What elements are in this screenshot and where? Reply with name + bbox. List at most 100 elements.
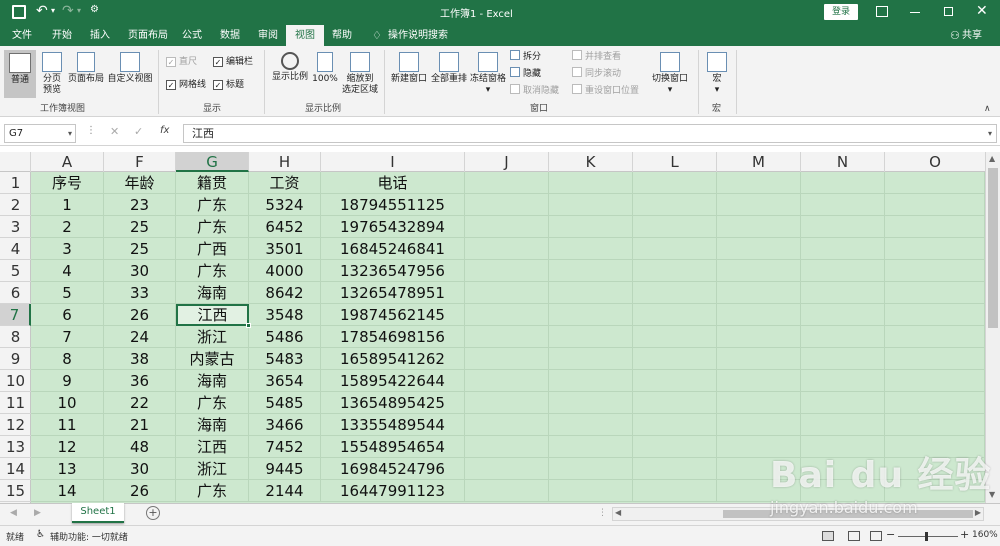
table-cell[interactable]: 广东 [176, 480, 249, 502]
scroll-right-icon[interactable]: ▶ [975, 508, 981, 517]
redo-dropdown-icon[interactable]: ▾ [77, 6, 81, 15]
minimize-icon[interactable] [910, 12, 920, 13]
empty-cell[interactable] [549, 326, 633, 348]
table-cell[interactable]: 广东 [176, 216, 249, 238]
empty-cell[interactable] [633, 436, 717, 458]
empty-cell[interactable] [549, 480, 633, 502]
empty-cell[interactable] [465, 392, 549, 414]
empty-cell[interactable] [717, 282, 801, 304]
page-break-status-icon[interactable] [870, 531, 882, 541]
table-cell[interactable]: 15548954654 [321, 436, 465, 458]
table-cell[interactable]: 26 [104, 304, 176, 326]
empty-cell[interactable] [801, 282, 885, 304]
table-cell[interactable]: 广西 [176, 238, 249, 260]
table-cell[interactable]: 内蒙古 [176, 348, 249, 370]
empty-cell[interactable] [717, 260, 801, 282]
table-cell[interactable]: 13 [31, 458, 104, 480]
empty-cell[interactable] [465, 348, 549, 370]
zoom-button[interactable]: 显示比例 [270, 52, 310, 83]
table-cell[interactable]: 5 [31, 282, 104, 304]
sync-scrolling-button[interactable]: 同步滚动 [572, 67, 621, 80]
formula-input[interactable]: 江西 ▾ [183, 124, 997, 143]
empty-cell[interactable] [549, 282, 633, 304]
empty-cell[interactable] [633, 480, 717, 502]
empty-cell[interactable] [717, 348, 801, 370]
row-header-selected[interactable]: 7 [0, 304, 31, 326]
column-header[interactable]: O [885, 152, 985, 172]
unhide-button[interactable]: 取消隐藏 [510, 84, 559, 97]
empty-cell[interactable] [717, 326, 801, 348]
zoom-slider-thumb[interactable] [925, 532, 928, 541]
empty-cell[interactable] [885, 304, 985, 326]
zoom-100-button[interactable]: 100% [312, 52, 338, 85]
empty-cell[interactable] [633, 348, 717, 370]
column-header[interactable]: A [31, 152, 104, 172]
table-cell[interactable]: 38 [104, 348, 176, 370]
menu-formulas[interactable]: 公式 [176, 25, 208, 46]
table-cell[interactable]: 2144 [249, 480, 321, 502]
column-header[interactable]: N [801, 152, 885, 172]
table-cell[interactable]: 13265478951 [321, 282, 465, 304]
zoom-level[interactable]: 160% [972, 530, 998, 540]
empty-cell[interactable] [885, 260, 985, 282]
table-cell[interactable]: 17854698156 [321, 326, 465, 348]
row-header[interactable]: 8 [0, 326, 31, 348]
table-cell[interactable]: 江西 [176, 436, 249, 458]
row-header[interactable]: 3 [0, 216, 31, 238]
row-header[interactable]: 11 [0, 392, 31, 414]
normal-view-status-icon[interactable] [822, 531, 834, 541]
cancel-entry-icon[interactable]: ✕ [110, 125, 119, 138]
table-cell[interactable]: 16845246841 [321, 238, 465, 260]
undo-dropdown-icon[interactable]: ▾ [51, 6, 55, 15]
empty-cell[interactable] [885, 238, 985, 260]
table-cell[interactable]: 8642 [249, 282, 321, 304]
empty-cell[interactable] [549, 238, 633, 260]
empty-cell[interactable] [465, 414, 549, 436]
empty-cell[interactable] [549, 414, 633, 436]
row-header[interactable]: 13 [0, 436, 31, 458]
menu-review[interactable]: 审阅 [252, 25, 284, 46]
table-cell[interactable]: 籍贯 [176, 172, 249, 194]
table-cell[interactable]: 3548 [249, 304, 321, 326]
row-header[interactable]: 9 [0, 348, 31, 370]
empty-cell[interactable] [801, 348, 885, 370]
empty-cell[interactable] [633, 194, 717, 216]
zoom-in-icon[interactable]: + [960, 528, 969, 541]
new-window-button[interactable]: 新建窗口 [390, 52, 428, 85]
table-cell[interactable]: 6452 [249, 216, 321, 238]
column-header-selected[interactable]: G [176, 152, 249, 172]
menu-data[interactable]: 数据 [214, 25, 246, 46]
empty-cell[interactable] [801, 370, 885, 392]
scroll-left-icon[interactable]: ◀ [615, 508, 621, 517]
empty-cell[interactable] [465, 282, 549, 304]
headings-checkbox[interactable]: ✓ 标题 [213, 79, 244, 92]
empty-cell[interactable] [633, 370, 717, 392]
confirm-entry-icon[interactable]: ✓ [134, 125, 143, 138]
table-cell[interactable]: 19874562145 [321, 304, 465, 326]
selected-cell[interactable]: 江西 [176, 304, 249, 326]
table-cell[interactable]: 年龄 [104, 172, 176, 194]
table-cell[interactable]: 21 [104, 414, 176, 436]
next-sheet-icon[interactable]: ▶ [34, 508, 41, 518]
table-cell[interactable]: 7 [31, 326, 104, 348]
table-cell[interactable]: 14 [31, 480, 104, 502]
customize-toolbar-icon[interactable]: ⚙ [90, 4, 99, 15]
table-cell[interactable]: 13236547956 [321, 260, 465, 282]
empty-cell[interactable] [801, 304, 885, 326]
table-cell[interactable]: 5485 [249, 392, 321, 414]
zoom-out-icon[interactable]: − [886, 528, 895, 541]
hide-button[interactable]: 隐藏 [510, 67, 541, 80]
table-cell[interactable]: 海南 [176, 414, 249, 436]
empty-cell[interactable] [885, 326, 985, 348]
table-cell[interactable]: 5324 [249, 194, 321, 216]
table-cell[interactable]: 10 [31, 392, 104, 414]
table-cell[interactable]: 3 [31, 238, 104, 260]
table-cell[interactable]: 6 [31, 304, 104, 326]
table-cell[interactable]: 18794551125 [321, 194, 465, 216]
table-cell[interactable]: 25 [104, 216, 176, 238]
name-box-dropdown-icon[interactable]: ▾ [68, 125, 72, 142]
sheet-tab-active[interactable]: Sheet1 [72, 503, 124, 523]
empty-cell[interactable] [885, 370, 985, 392]
table-cell[interactable]: 1 [31, 194, 104, 216]
table-cell[interactable]: 48 [104, 436, 176, 458]
